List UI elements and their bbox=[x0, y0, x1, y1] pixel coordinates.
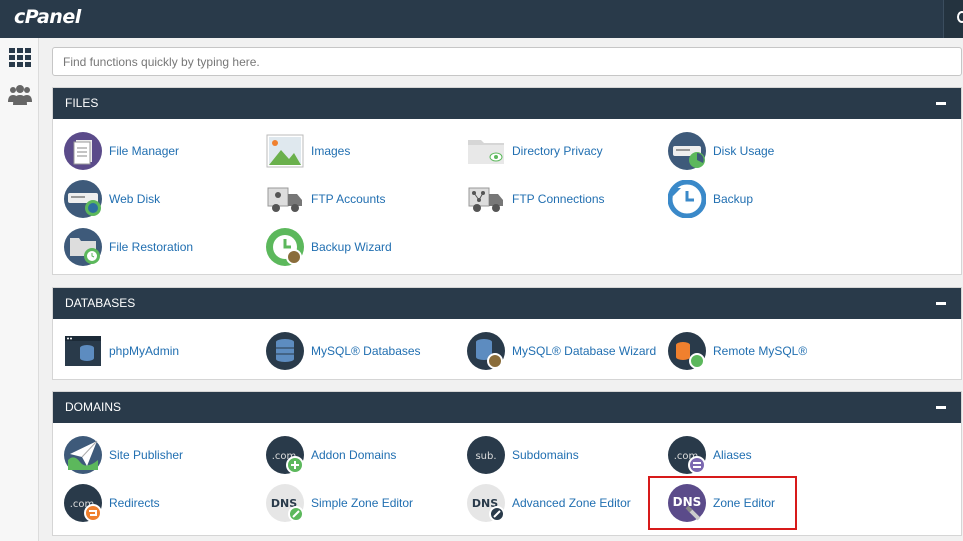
collapse-icon[interactable] bbox=[936, 102, 946, 105]
advanced-zone-editor-label: Advanced Zone Editor bbox=[512, 496, 631, 510]
mysql-databases-link[interactable]: MySQL® Databases bbox=[255, 330, 455, 372]
domains-panel-title: DOMAINS bbox=[65, 400, 122, 414]
databases-panel: DATABASES phpMyAdmin MySQL® Databases My… bbox=[52, 287, 962, 380]
phpmyadmin-link[interactable]: phpMyAdmin bbox=[53, 330, 253, 372]
ftp-accounts-icon bbox=[266, 180, 304, 218]
users-icon[interactable] bbox=[8, 84, 32, 106]
backup-wizard-link[interactable]: Backup Wizard bbox=[255, 226, 455, 268]
zone-editor-highlight-box bbox=[648, 476, 797, 530]
mysql-wizard-label: MySQL® Database Wizard bbox=[512, 344, 657, 358]
disk-usage-label: Disk Usage bbox=[713, 144, 775, 158]
search-toggle-icon[interactable] bbox=[943, 0, 963, 38]
collapse-icon[interactable] bbox=[936, 302, 946, 305]
advanced-zone-editor-link[interactable]: DNS Advanced Zone Editor bbox=[456, 482, 656, 524]
databases-panel-title: DATABASES bbox=[65, 296, 136, 310]
simple-zone-editor-label: Simple Zone Editor bbox=[311, 496, 414, 510]
images-icon bbox=[266, 132, 304, 170]
directory-privacy-icon bbox=[467, 132, 505, 170]
subdomains-icon: sub. bbox=[467, 436, 505, 474]
addon-domains-link[interactable]: .com Addon Domains bbox=[255, 434, 455, 476]
databases-panel-header[interactable]: DATABASES bbox=[53, 288, 961, 319]
search-input[interactable] bbox=[52, 47, 962, 76]
top-bar: cPanel bbox=[0, 0, 963, 38]
advanced-zone-editor-icon: DNS bbox=[467, 484, 505, 522]
file-manager-link[interactable]: File Manager bbox=[53, 130, 253, 172]
svg-text:sub.: sub. bbox=[475, 451, 496, 462]
files-panel-title: FILES bbox=[65, 96, 99, 110]
backup-label: Backup bbox=[713, 192, 754, 206]
disk-usage-icon bbox=[668, 132, 706, 170]
ftp-connections-icon bbox=[467, 180, 505, 218]
grid-icon[interactable] bbox=[8, 47, 32, 69]
addon-domains-icon: .com bbox=[266, 436, 304, 474]
remote-mysql-label: Remote MySQL® bbox=[713, 344, 808, 358]
backup-wizard-icon bbox=[266, 228, 304, 266]
aliases-link[interactable]: .com Aliases bbox=[657, 434, 857, 476]
files-panel: FILES File Manager Images Directory Priv… bbox=[52, 87, 962, 275]
subdomains-label: Subdomains bbox=[512, 448, 579, 462]
remote-mysql-icon bbox=[668, 332, 706, 370]
simple-zone-editor-link[interactable]: DNS Simple Zone Editor bbox=[255, 482, 455, 524]
directory-privacy-link[interactable]: Directory Privacy bbox=[456, 130, 656, 172]
backup-icon bbox=[668, 180, 706, 218]
ftp-accounts-label: FTP Accounts bbox=[311, 192, 386, 206]
domains-panel: DOMAINS Site Publisher .com Addon Domain… bbox=[52, 391, 962, 536]
file-manager-label: File Manager bbox=[109, 144, 180, 158]
phpmyadmin-icon bbox=[64, 332, 102, 370]
redirects-link[interactable]: .com Redirects bbox=[53, 482, 253, 524]
web-disk-icon bbox=[64, 180, 102, 218]
mysql-wizard-link[interactable]: MySQL® Database Wizard bbox=[456, 330, 656, 372]
site-publisher-link[interactable]: Site Publisher bbox=[53, 434, 253, 476]
simple-zone-editor-icon: DNS bbox=[266, 484, 304, 522]
file-manager-icon bbox=[64, 132, 102, 170]
phpmyadmin-label: phpMyAdmin bbox=[109, 344, 180, 358]
ftp-connections-link[interactable]: FTP Connections bbox=[456, 178, 656, 220]
main-content: FILES File Manager Images Directory P bbox=[52, 38, 963, 541]
mysql-databases-icon bbox=[266, 332, 304, 370]
mysql-databases-label: MySQL® Databases bbox=[311, 344, 421, 358]
web-disk-link[interactable]: Web Disk bbox=[53, 178, 253, 220]
backup-wizard-label: Backup Wizard bbox=[311, 240, 392, 254]
file-restoration-label: File Restoration bbox=[109, 240, 194, 254]
addon-domains-label: Addon Domains bbox=[311, 448, 397, 462]
files-panel-header[interactable]: FILES bbox=[53, 88, 961, 119]
redirects-icon: .com bbox=[64, 484, 102, 522]
aliases-label: Aliases bbox=[713, 448, 752, 462]
ftp-accounts-link[interactable]: FTP Accounts bbox=[255, 178, 455, 220]
file-restoration-link[interactable]: File Restoration bbox=[53, 226, 253, 268]
subdomains-link[interactable]: sub. Subdomains bbox=[456, 434, 656, 476]
site-publisher-icon bbox=[64, 436, 102, 474]
remote-mysql-link[interactable]: Remote MySQL® bbox=[657, 330, 857, 372]
ftp-connections-label: FTP Connections bbox=[512, 192, 605, 206]
web-disk-label: Web Disk bbox=[109, 192, 161, 206]
site-publisher-label: Site Publisher bbox=[109, 448, 184, 462]
images-link[interactable]: Images bbox=[255, 130, 455, 172]
sidebar bbox=[0, 38, 39, 541]
cpanel-logo[interactable]: cPanel bbox=[14, 6, 81, 28]
disk-usage-link[interactable]: Disk Usage bbox=[657, 130, 857, 172]
directory-privacy-label: Directory Privacy bbox=[512, 144, 603, 158]
redirects-label: Redirects bbox=[109, 496, 160, 510]
collapse-icon[interactable] bbox=[936, 406, 946, 409]
aliases-icon: .com bbox=[668, 436, 706, 474]
images-label: Images bbox=[311, 144, 351, 158]
backup-link[interactable]: Backup bbox=[657, 178, 857, 220]
mysql-wizard-icon bbox=[467, 332, 505, 370]
domains-panel-header[interactable]: DOMAINS bbox=[53, 392, 961, 423]
file-restoration-icon bbox=[64, 228, 102, 266]
